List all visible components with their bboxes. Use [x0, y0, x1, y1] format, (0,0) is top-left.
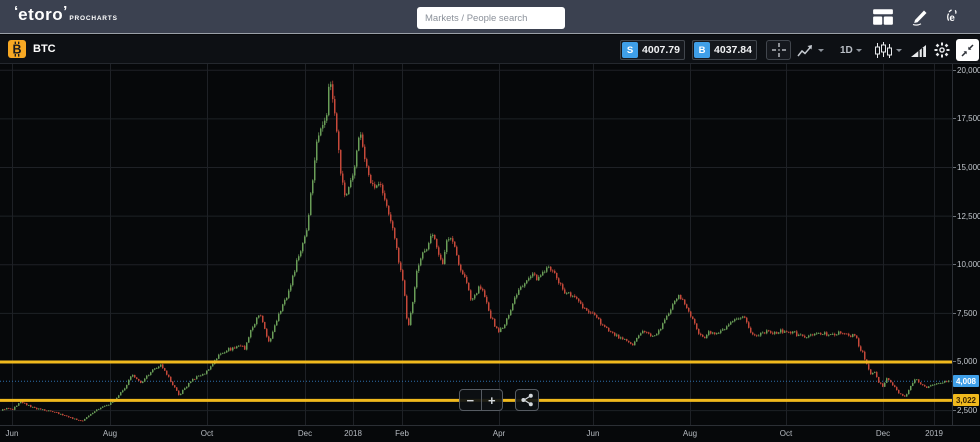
x-axis-label: Oct — [780, 429, 792, 438]
y-axis-label: 12,500 — [957, 212, 980, 221]
etoro-procharts-app: ‘etoro’PROCHARTS e B — [0, 0, 980, 442]
x-axis-label: 2019 — [925, 429, 943, 438]
x-axis-label: Feb — [395, 429, 409, 438]
top-bar: ‘etoro’PROCHARTS e — [0, 0, 980, 34]
x-axis-label: Jun — [6, 429, 19, 438]
y-axis-label: 5,000 — [957, 357, 977, 366]
logo-wordmark: etoro — [18, 5, 63, 24]
zoom-controls: − + — [459, 389, 503, 411]
fullscreen-toggle-button[interactable] — [956, 39, 979, 61]
x-axis-label: Apr — [493, 429, 505, 438]
current-price-label: 4,008 — [953, 375, 979, 387]
chevron-down-icon — [856, 49, 862, 52]
zoom-out-button[interactable]: − — [460, 390, 482, 410]
y-axis-label: 7,500 — [957, 309, 977, 318]
draw-pencil-icon[interactable] — [908, 8, 930, 26]
search-box[interactable] — [417, 7, 565, 29]
interval-button[interactable]: 1D — [840, 40, 862, 60]
etoro-logo[interactable]: ‘etoro’PROCHARTS — [14, 5, 118, 25]
settings-button[interactable] — [934, 40, 950, 60]
interval-label: 1D — [840, 45, 853, 56]
instrument-bar: B BTC S 4007.79 B 4037.84 — [0, 35, 980, 64]
collapse-arrows-icon — [960, 43, 975, 58]
buy-button[interactable]: B 4037.84 — [692, 40, 757, 60]
share-icon — [520, 393, 534, 407]
chart-style-button[interactable] — [797, 40, 824, 60]
x-axis-label: Dec — [876, 429, 890, 438]
gear-icon — [934, 42, 950, 58]
btc-icon: B — [8, 40, 26, 58]
etoro-badge-icon[interactable]: e — [942, 8, 962, 26]
y-axis-label: 2,500 — [957, 406, 977, 415]
indicators-button[interactable] — [910, 40, 927, 60]
x-axis-label: Oct — [201, 429, 213, 438]
logo-procharts-label: PROCHARTS — [69, 15, 117, 22]
chevron-down-icon — [896, 49, 902, 52]
y-axis-label: 20,000 — [957, 66, 980, 75]
buy-price: 4037.84 — [710, 44, 756, 56]
x-axis-label: 2018 — [344, 429, 362, 438]
candlestick-chart[interactable] — [0, 64, 952, 425]
candle-type-button[interactable] — [874, 40, 902, 60]
sell-price: 4007.79 — [638, 44, 684, 56]
layout-icon[interactable] — [872, 8, 894, 26]
chevron-down-icon — [818, 49, 824, 52]
share-button[interactable] — [515, 389, 539, 411]
svg-text:e: e — [949, 13, 955, 24]
sell-badge: S — [622, 42, 638, 58]
x-axis-label: Dec — [298, 429, 312, 438]
zoom-in-button[interactable]: + — [482, 390, 503, 410]
symbol-label: BTC — [33, 43, 56, 55]
candlestick-icon — [874, 42, 893, 59]
y-axis-label: 10,000 — [957, 260, 980, 269]
time-axis[interactable]: Jun Aug Oct Dec 2018 Feb Apr Jun Aug Oct Dec 2019 — [0, 425, 980, 442]
crosshair-tool-button[interactable] — [766, 40, 791, 60]
buy-badge: B — [694, 42, 710, 58]
crosshair-icon — [771, 42, 787, 58]
x-axis-label: Aug — [683, 429, 697, 438]
x-axis-label: Jun — [587, 429, 600, 438]
x-axis-label: Aug — [103, 429, 117, 438]
chart-style-icon — [797, 43, 815, 58]
y-axis-label: 17,500 — [957, 114, 980, 123]
y-axis-label: 15,000 — [957, 163, 980, 172]
logo-right-horn: ’ — [63, 3, 67, 20]
support-level-label: 3,022 — [953, 394, 979, 406]
logo-left-horn: ‘ — [14, 3, 18, 20]
search-input[interactable] — [417, 13, 561, 24]
price-axis[interactable]: 4,008 3,022 20,000 17,500 15,000 12,500 10,0… — [952, 64, 980, 425]
sell-button[interactable]: S 4007.79 — [620, 40, 685, 60]
svg-text:B: B — [12, 43, 21, 57]
indicators-icon — [910, 43, 927, 58]
